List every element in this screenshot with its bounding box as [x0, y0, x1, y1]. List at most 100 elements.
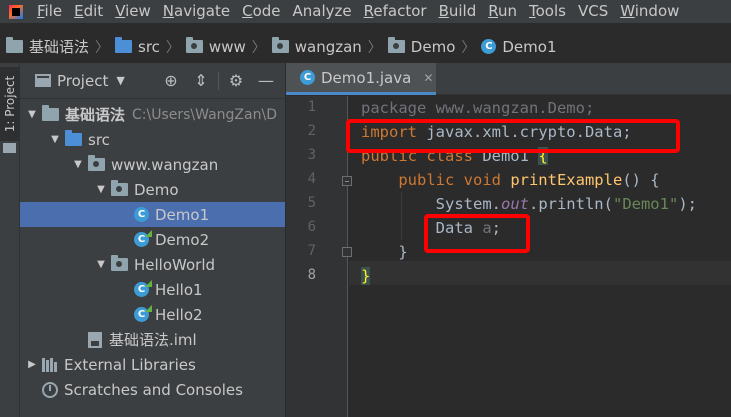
line-number: 8 — [307, 267, 316, 283]
tree-item[interactable]: C Demo2 — [20, 227, 285, 252]
java-class-icon: C — [134, 207, 149, 222]
collapse-arrow-icon[interactable]: ▼ — [24, 109, 40, 120]
code-keyword: public void — [398, 171, 501, 189]
tree-item[interactable]: ▼ 基础语法 C:\Users\WangZan\D — [20, 102, 285, 127]
menu-label: Analyze — [292, 2, 352, 20]
gear-icon[interactable]: ⚙ — [221, 69, 251, 93]
menu-label: ode — [252, 2, 281, 20]
collapse-arrow-icon[interactable]: ▼ — [93, 184, 109, 195]
menu-vcs[interactable]: VCS — [572, 0, 614, 23]
menu-build[interactable]: Build — [433, 0, 483, 23]
package-icon — [185, 37, 203, 53]
package-icon — [88, 155, 105, 171]
menu-tools[interactable]: Tools — [523, 0, 572, 23]
menu-mnemonic: F — [37, 2, 45, 20]
tree-item[interactable]: ▼ www.wangzan — [20, 152, 285, 177]
breadcrumb-label: wangzan — [294, 37, 362, 56]
tree-item[interactable]: ▼ src — [20, 127, 285, 152]
package-icon — [271, 37, 289, 53]
breadcrumb-src[interactable]: src 〉 — [115, 37, 186, 57]
java-class-icon: C — [300, 70, 315, 85]
line-number: 4 — [307, 171, 316, 187]
menu-label: ile — [44, 2, 63, 20]
menu-file[interactable]: File — [31, 0, 68, 23]
package-icon — [111, 180, 128, 196]
matched-brace: } — [361, 267, 371, 285]
tree-item[interactable]: C Hello1 — [20, 277, 285, 302]
java-class-icon: C — [481, 39, 497, 54]
editor-gutter: 1 2 3 4 5 6 7 8 — [286, 96, 352, 417]
project-view-selector[interactable]: Project — [57, 72, 108, 90]
project-tool-window-label: 1: Project — [3, 75, 17, 133]
menu-view[interactable]: View — [109, 0, 157, 23]
project-panel-header: Project ▼ ⊕ ⇕ ⚙ — — [20, 63, 285, 99]
menu-edit[interactable]: Edit — [68, 0, 109, 23]
dropdown-arrow-icon[interactable]: ▼ — [116, 74, 124, 87]
project-tool-window-tab[interactable]: 1: Project — [0, 67, 20, 141]
chevron-right-icon: 〉 — [95, 39, 110, 56]
menu-run[interactable]: Run — [482, 0, 523, 23]
tree-item-label: Demo2 — [155, 230, 210, 249]
menu-label: VCS — [577, 2, 609, 20]
menu-code[interactable]: Code — [236, 0, 286, 23]
breadcrumb-demo1[interactable]: C Demo1 — [481, 38, 557, 56]
code-text: www.wangzan.Demo; — [426, 99, 595, 117]
minimize-icon[interactable]: — — [251, 69, 281, 93]
tree-item[interactable]: ▼ HelloWorld — [20, 252, 285, 277]
tree-item-label: 基础语法 — [65, 106, 126, 124]
collapse-arrow-icon[interactable]: ▼ — [47, 134, 63, 145]
code-text: ); — [678, 195, 697, 213]
collapse-all-icon[interactable]: ⇕ — [186, 69, 216, 93]
collapse-arrow-icon[interactable]: ▼ — [93, 259, 109, 270]
module-file-icon — [88, 331, 102, 348]
tree-item-label: src — [88, 130, 110, 149]
tab-demo1-java[interactable]: C Demo1.java ✕ — [286, 63, 436, 95]
menu-analyze[interactable]: Analyze — [287, 0, 358, 23]
menu-mnemonic: W — [620, 2, 635, 20]
tree-item[interactable]: C Demo1 — [20, 202, 285, 227]
source-folder-icon — [65, 130, 82, 146]
breadcrumb-project[interactable]: 基础语法 〉 — [6, 36, 115, 57]
code-line-4: public void printExample() { — [361, 168, 659, 192]
code-line-1: package www.wangzan.Demo; — [361, 96, 594, 120]
expand-arrow-icon[interactable]: ▶ — [24, 359, 40, 370]
java-class-runnable-icon: C — [134, 282, 149, 297]
scratches-icon — [42, 381, 58, 398]
line-number: 7 — [307, 243, 316, 259]
chevron-right-icon: 〉 — [251, 39, 266, 56]
code-line-7: } — [361, 240, 407, 264]
caret-line-highlight — [349, 261, 731, 285]
tree-item-label: External Libraries — [64, 355, 196, 374]
menu-label: ools — [535, 2, 566, 20]
menu-window[interactable]: Window — [614, 0, 685, 23]
java-class-runnable-icon: C — [134, 307, 149, 322]
tree-item[interactable]: ▼ Demo — [20, 177, 285, 202]
breadcrumb-wangzan[interactable]: wangzan 〉 — [271, 37, 388, 57]
tree-item-label: www.wangzan — [111, 155, 219, 174]
highlight-box-data-field — [424, 214, 530, 253]
breadcrumb-www[interactable]: www 〉 — [185, 37, 272, 57]
locate-target-icon[interactable]: ⊕ — [156, 69, 186, 93]
tree-item[interactable]: Scratches and Consoles — [20, 377, 285, 402]
menu-navigate[interactable]: Navigate — [157, 0, 236, 23]
tree-item-path: C:\Users\WangZan\D — [132, 106, 277, 123]
tree-item[interactable]: C Hello2 — [20, 302, 285, 327]
line-number: 1 — [307, 99, 316, 115]
collapse-arrow-icon[interactable]: ▼ — [70, 159, 86, 170]
menu-bar: File Edit View Navigate Code Analyze Refactor B… — [0, 0, 731, 23]
breadcrumb-demo[interactable]: Demo 〉 — [387, 37, 482, 57]
package-icon — [111, 255, 128, 271]
menu-mnemonic: T — [529, 2, 536, 20]
menu-refactor[interactable]: Refactor — [358, 0, 433, 23]
code-static-field: out — [500, 195, 529, 213]
close-icon[interactable]: ✕ — [423, 71, 433, 85]
chevron-right-icon: 〉 — [461, 39, 476, 56]
tree-item[interactable]: ▶ External Libraries — [20, 352, 285, 377]
tree-item-label: Scratches and Consoles — [64, 380, 243, 399]
project-view-icon — [35, 74, 51, 87]
tree-item[interactable]: 基础语法.iml — [20, 327, 285, 352]
menu-label: efactor — [373, 2, 427, 20]
code-line-8: } — [361, 264, 371, 288]
